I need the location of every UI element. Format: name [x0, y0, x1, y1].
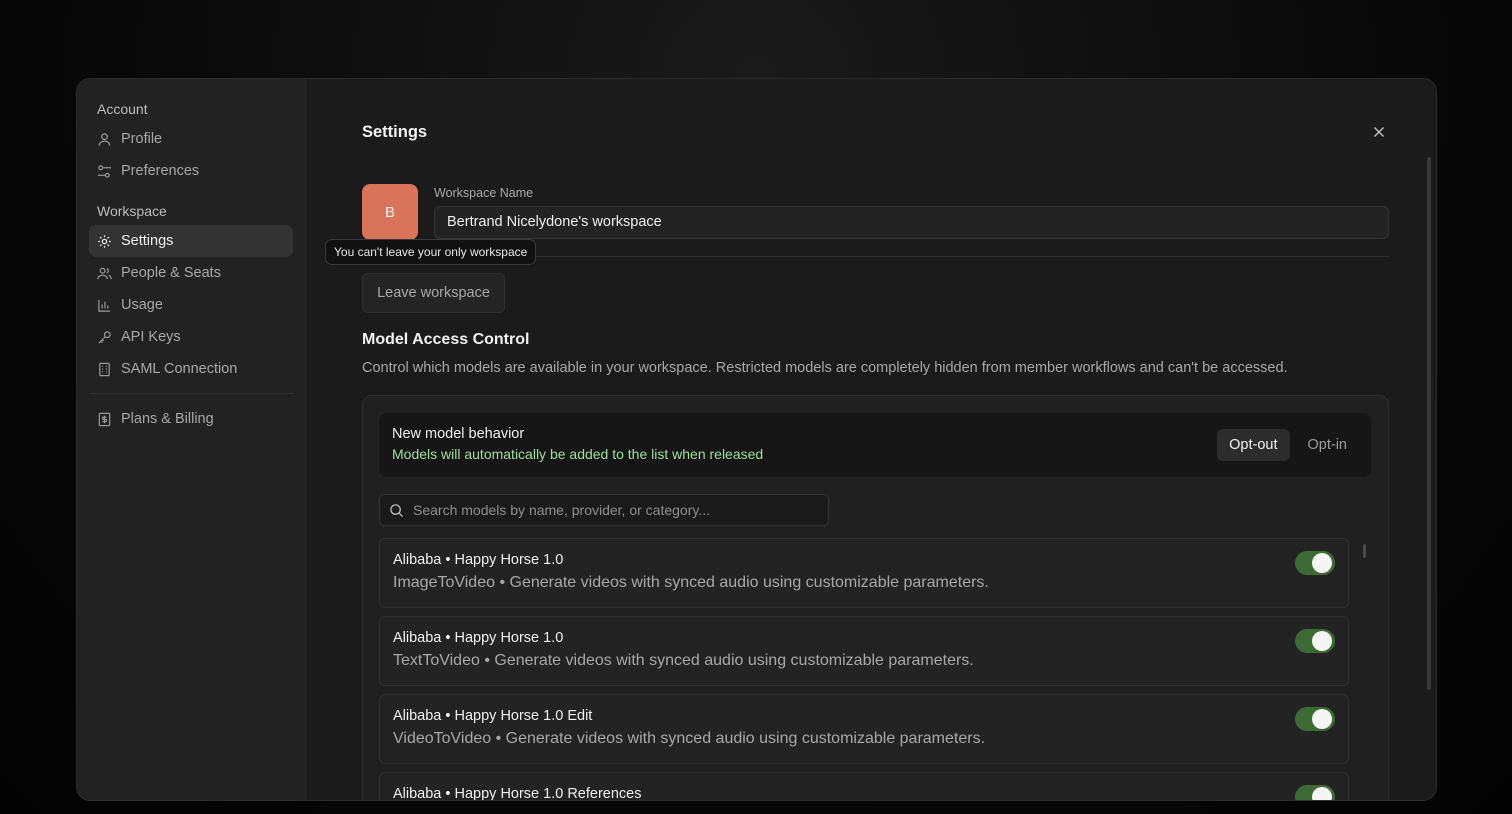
- account-heading: Account: [97, 101, 148, 117]
- model-access-control-heading: Model Access Control: [362, 331, 530, 348]
- sidebar-item-label: Settings: [121, 233, 174, 249]
- model-item: Alibaba • Happy Horse 1.0 TextToVideo • …: [379, 616, 1349, 686]
- sidebar-item-label: SAML Connection: [121, 361, 238, 377]
- sidebar-item-people-seats[interactable]: People & Seats: [89, 257, 293, 289]
- model-item: Alibaba • Happy Horse 1.0 References: [379, 772, 1349, 801]
- sliders-icon: [97, 164, 112, 178]
- sidebar-item-label: People & Seats: [121, 265, 221, 281]
- sidebar-item-plans-billing[interactable]: Plans & Billing: [89, 403, 293, 435]
- sidebar-item-settings[interactable]: Settings: [89, 225, 293, 257]
- toggle-knob: [1312, 631, 1332, 651]
- behavior-title: New model behavior: [392, 426, 525, 442]
- sidebar-item-label: API Keys: [121, 329, 181, 345]
- sidebar-item-label: Preferences: [121, 163, 200, 179]
- model-access-control-description: Control which models are available in yo…: [362, 360, 1288, 376]
- sidebar-divider: [89, 393, 293, 394]
- toggle-knob: [1312, 787, 1332, 800]
- users-icon: [97, 267, 112, 279]
- model-item: Alibaba • Happy Horse 1.0 ImageToVideo •…: [379, 538, 1349, 608]
- sidebar-item-label: Profile: [121, 131, 163, 147]
- main-scrollbar[interactable]: [1427, 157, 1431, 690]
- user-icon: [98, 132, 111, 146]
- key-icon: [98, 330, 111, 344]
- model-name: Alibaba • Happy Horse 1.0: [393, 552, 564, 568]
- leave-workspace-button[interactable]: Leave workspace: [362, 273, 505, 313]
- opt-out-button[interactable]: Opt-out: [1217, 429, 1290, 461]
- opt-in-button[interactable]: Opt-in: [1296, 429, 1360, 461]
- workspace-name-input[interactable]: Bertrand Nicelydone's workspace: [434, 206, 1389, 239]
- model-description: ImageToVideo • Generate videos with sync…: [393, 574, 989, 591]
- model-search[interactable]: [379, 494, 829, 526]
- model-list-scrollbar[interactable]: [1363, 544, 1366, 558]
- sidebar-item-profile[interactable]: Profile: [89, 123, 293, 155]
- model-toggle[interactable]: [1295, 629, 1335, 653]
- behavior-subtitle: Models will automatically be added to th…: [392, 446, 764, 462]
- sidebar-item-preferences[interactable]: Preferences: [89, 155, 293, 187]
- model-description: TextToVideo • Generate videos with synce…: [393, 652, 974, 669]
- model-name: Alibaba • Happy Horse 1.0 Edit: [393, 708, 593, 724]
- behavior-segmented-control: Opt-out Opt-in: [1217, 429, 1371, 461]
- sidebar-item-saml-connection[interactable]: SAML Connection: [89, 353, 293, 385]
- sidebar-item-label: Plans & Billing: [121, 411, 214, 427]
- leave-workspace-tooltip: You can't leave your only workspace: [325, 239, 537, 265]
- new-model-behavior: New model behavior Models will automatic…: [379, 413, 1371, 477]
- sidebar-item-api-keys[interactable]: API Keys: [89, 321, 293, 353]
- model-item: Alibaba • Happy Horse 1.0 Edit VideoToVi…: [379, 694, 1349, 764]
- receipt-icon: [98, 412, 111, 426]
- close-icon[interactable]: [1370, 123, 1388, 141]
- building-icon: [99, 362, 110, 376]
- bar-chart-icon: [98, 299, 111, 312]
- settings-main: Settings B Workspace Name Bertrand Nicel…: [306, 79, 1436, 800]
- toggle-knob: [1312, 553, 1332, 573]
- model-toggle[interactable]: [1295, 785, 1335, 800]
- model-description: VideoToVideo • Generate videos with sync…: [393, 730, 986, 747]
- settings-sidebar: Account Profile Preferences Workspace Se…: [77, 79, 306, 800]
- toggle-knob: [1312, 709, 1332, 729]
- workspace-heading: Workspace: [97, 203, 167, 219]
- model-access-panel: New model behavior Models will automatic…: [362, 395, 1389, 801]
- model-toggle[interactable]: [1295, 707, 1335, 731]
- workspace-avatar[interactable]: B: [362, 184, 418, 240]
- model-toggle[interactable]: [1295, 551, 1335, 575]
- sidebar-item-usage[interactable]: Usage: [89, 289, 293, 321]
- page-title: Settings: [362, 123, 428, 141]
- model-name: Alibaba • Happy Horse 1.0: [393, 630, 564, 646]
- workspace-name-label: Workspace Name: [434, 186, 534, 200]
- model-search-input[interactable]: [413, 502, 813, 518]
- sidebar-item-label: Usage: [121, 297, 163, 313]
- gear-icon: [98, 234, 111, 248]
- settings-modal: Account Profile Preferences Workspace Se…: [76, 78, 1437, 801]
- model-name: Alibaba • Happy Horse 1.0 References: [393, 786, 642, 801]
- model-list: Alibaba • Happy Horse 1.0 ImageToVideo •…: [379, 538, 1349, 801]
- search-icon: [390, 503, 404, 517]
